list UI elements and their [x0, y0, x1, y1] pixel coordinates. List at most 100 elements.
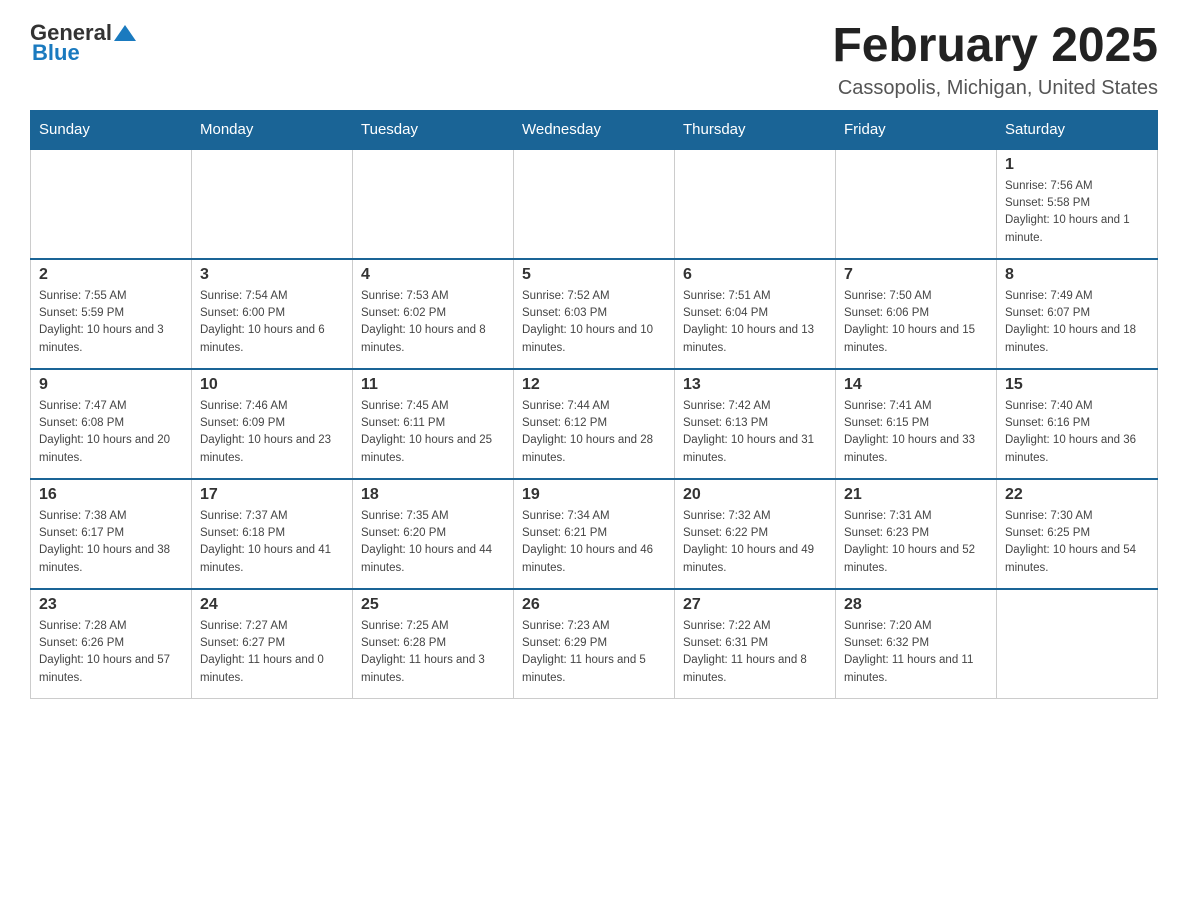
day-number: 25	[361, 596, 505, 614]
day-number: 12	[522, 376, 666, 394]
day-info: Sunrise: 7:50 AMSunset: 6:06 PMDaylight:…	[844, 288, 988, 357]
day-number: 11	[361, 376, 505, 394]
calendar-week-row: 16Sunrise: 7:38 AMSunset: 6:17 PMDayligh…	[31, 479, 1158, 589]
day-info: Sunrise: 7:38 AMSunset: 6:17 PMDaylight:…	[39, 508, 183, 577]
calendar-day-cell: 16Sunrise: 7:38 AMSunset: 6:17 PMDayligh…	[31, 479, 192, 589]
page-header: General Blue February 2025 Cassopolis, M…	[30, 20, 1158, 100]
day-number: 17	[200, 486, 344, 504]
calendar-day-cell: 8 Sunrise: 7:49 AMSunset: 6:07 PMDaylight…	[997, 259, 1158, 369]
calendar-day-cell: 13 Sunrise: 7:42 AMSunset: 6:13 PMDayligh…	[675, 369, 836, 479]
calendar-week-row: 9Sunrise: 7:47 AMSunset: 6:08 PMDaylight…	[31, 369, 1158, 479]
location-subtitle: Cassopolis, Michigan, United States	[832, 77, 1158, 100]
calendar-week-row: 23 Sunrise: 7:28 AMSunset: 6:26 PMDayligh…	[31, 589, 1158, 699]
day-number: 23	[39, 596, 183, 614]
calendar-day-cell: 21Sunrise: 7:31 AMSunset: 6:23 PMDayligh…	[836, 479, 997, 589]
day-info: Sunrise: 7:44 AMSunset: 6:12 PMDaylight:…	[522, 398, 666, 467]
calendar-day-header: Thursday	[675, 110, 836, 149]
day-number: 10	[200, 376, 344, 394]
day-info: Sunrise: 7:35 AMSunset: 6:20 PMDaylight:…	[361, 508, 505, 577]
logo-triangle-icon	[114, 21, 136, 43]
day-number: 13	[683, 376, 827, 394]
day-info: Sunrise: 7:27 AMSunset: 6:27 PMDaylight:…	[200, 618, 344, 687]
title-area: February 2025 Cassopolis, Michigan, Unit…	[832, 20, 1158, 100]
day-number: 8	[1005, 266, 1149, 284]
calendar-day-cell: 1 Sunrise: 7:56 AMSunset: 5:58 PMDaylight…	[997, 149, 1158, 259]
day-info: Sunrise: 7:25 AMSunset: 6:28 PMDaylight:…	[361, 618, 505, 687]
month-title: February 2025	[832, 20, 1158, 73]
calendar-day-cell: 23 Sunrise: 7:28 AMSunset: 6:26 PMDayligh…	[31, 589, 192, 699]
day-info: Sunrise: 7:30 AMSunset: 6:25 PMDaylight:…	[1005, 508, 1149, 577]
calendar-day-cell: 7 Sunrise: 7:50 AMSunset: 6:06 PMDaylight…	[836, 259, 997, 369]
day-number: 9	[39, 376, 183, 394]
calendar-day-cell	[192, 149, 353, 259]
calendar-week-row: 2Sunrise: 7:55 AMSunset: 5:59 PMDaylight…	[31, 259, 1158, 369]
calendar-day-cell	[31, 149, 192, 259]
logo: General Blue	[30, 20, 136, 66]
calendar-day-cell: 26 Sunrise: 7:23 AMSunset: 6:29 PMDayligh…	[514, 589, 675, 699]
calendar-day-cell: 4 Sunrise: 7:53 AMSunset: 6:02 PMDaylight…	[353, 259, 514, 369]
calendar-day-cell: 5 Sunrise: 7:52 AMSunset: 6:03 PMDaylight…	[514, 259, 675, 369]
day-info: Sunrise: 7:28 AMSunset: 6:26 PMDaylight:…	[39, 618, 183, 687]
day-info: Sunrise: 7:41 AMSunset: 6:15 PMDaylight:…	[844, 398, 988, 467]
day-info: Sunrise: 7:37 AMSunset: 6:18 PMDaylight:…	[200, 508, 344, 577]
calendar-day-header: Tuesday	[353, 110, 514, 149]
day-info: Sunrise: 7:53 AMSunset: 6:02 PMDaylight:…	[361, 288, 505, 357]
day-number: 19	[522, 486, 666, 504]
day-info: Sunrise: 7:40 AMSunset: 6:16 PMDaylight:…	[1005, 398, 1149, 467]
calendar-day-cell: 6Sunrise: 7:51 AMSunset: 6:04 PMDaylight…	[675, 259, 836, 369]
day-number: 24	[200, 596, 344, 614]
day-info: Sunrise: 7:23 AMSunset: 6:29 PMDaylight:…	[522, 618, 666, 687]
calendar-day-cell: 11 Sunrise: 7:45 AMSunset: 6:11 PMDayligh…	[353, 369, 514, 479]
calendar-day-cell: 9Sunrise: 7:47 AMSunset: 6:08 PMDaylight…	[31, 369, 192, 479]
day-info: Sunrise: 7:54 AMSunset: 6:00 PMDaylight:…	[200, 288, 344, 357]
calendar-day-cell: 28 Sunrise: 7:20 AMSunset: 6:32 PMDayligh…	[836, 589, 997, 699]
day-number: 22	[1005, 486, 1149, 504]
calendar-week-row: 1 Sunrise: 7:56 AMSunset: 5:58 PMDaylight…	[31, 149, 1158, 259]
day-number: 27	[683, 596, 827, 614]
day-number: 26	[522, 596, 666, 614]
calendar-day-header: Saturday	[997, 110, 1158, 149]
day-info: Sunrise: 7:34 AMSunset: 6:21 PMDaylight:…	[522, 508, 666, 577]
day-number: 15	[1005, 376, 1149, 394]
calendar-day-cell	[514, 149, 675, 259]
calendar-day-cell: 24 Sunrise: 7:27 AMSunset: 6:27 PMDayligh…	[192, 589, 353, 699]
calendar-day-header: Sunday	[31, 110, 192, 149]
calendar-day-cell: 3Sunrise: 7:54 AMSunset: 6:00 PMDaylight…	[192, 259, 353, 369]
day-number: 1	[1005, 156, 1149, 174]
calendar-day-cell: 15 Sunrise: 7:40 AMSunset: 6:16 PMDayligh…	[997, 369, 1158, 479]
calendar-day-cell	[675, 149, 836, 259]
day-number: 7	[844, 266, 988, 284]
calendar-day-cell	[997, 589, 1158, 699]
day-info: Sunrise: 7:42 AMSunset: 6:13 PMDaylight:…	[683, 398, 827, 467]
calendar-day-cell: 17 Sunrise: 7:37 AMSunset: 6:18 PMDayligh…	[192, 479, 353, 589]
day-info: Sunrise: 7:31 AMSunset: 6:23 PMDaylight:…	[844, 508, 988, 577]
calendar-table: SundayMondayTuesdayWednesdayThursdayFrid…	[30, 110, 1158, 700]
day-info: Sunrise: 7:52 AMSunset: 6:03 PMDaylight:…	[522, 288, 666, 357]
day-info: Sunrise: 7:22 AMSunset: 6:31 PMDaylight:…	[683, 618, 827, 687]
day-number: 14	[844, 376, 988, 394]
calendar-day-cell: 20 Sunrise: 7:32 AMSunset: 6:22 PMDayligh…	[675, 479, 836, 589]
calendar-day-cell: 18Sunrise: 7:35 AMSunset: 6:20 PMDayligh…	[353, 479, 514, 589]
calendar-day-cell: 19 Sunrise: 7:34 AMSunset: 6:21 PMDayligh…	[514, 479, 675, 589]
calendar-day-cell: 10 Sunrise: 7:46 AMSunset: 6:09 PMDayligh…	[192, 369, 353, 479]
calendar-day-cell: 22 Sunrise: 7:30 AMSunset: 6:25 PMDayligh…	[997, 479, 1158, 589]
day-info: Sunrise: 7:56 AMSunset: 5:58 PMDaylight:…	[1005, 178, 1149, 247]
day-info: Sunrise: 7:49 AMSunset: 6:07 PMDaylight:…	[1005, 288, 1149, 357]
calendar-day-cell: 14 Sunrise: 7:41 AMSunset: 6:15 PMDayligh…	[836, 369, 997, 479]
calendar-day-header: Wednesday	[514, 110, 675, 149]
day-number: 5	[522, 266, 666, 284]
calendar-day-cell: 27 Sunrise: 7:22 AMSunset: 6:31 PMDayligh…	[675, 589, 836, 699]
day-info: Sunrise: 7:20 AMSunset: 6:32 PMDaylight:…	[844, 618, 988, 687]
day-info: Sunrise: 7:32 AMSunset: 6:22 PMDaylight:…	[683, 508, 827, 577]
day-number: 4	[361, 266, 505, 284]
calendar-header-row: SundayMondayTuesdayWednesdayThursdayFrid…	[31, 110, 1158, 149]
logo-blue-text: Blue	[32, 40, 80, 66]
day-number: 28	[844, 596, 988, 614]
calendar-day-cell: 12 Sunrise: 7:44 AMSunset: 6:12 PMDayligh…	[514, 369, 675, 479]
day-info: Sunrise: 7:46 AMSunset: 6:09 PMDaylight:…	[200, 398, 344, 467]
day-number: 20	[683, 486, 827, 504]
day-info: Sunrise: 7:45 AMSunset: 6:11 PMDaylight:…	[361, 398, 505, 467]
calendar-day-cell: 25 Sunrise: 7:25 AMSunset: 6:28 PMDayligh…	[353, 589, 514, 699]
calendar-day-cell	[836, 149, 997, 259]
day-info: Sunrise: 7:51 AMSunset: 6:04 PMDaylight:…	[683, 288, 827, 357]
